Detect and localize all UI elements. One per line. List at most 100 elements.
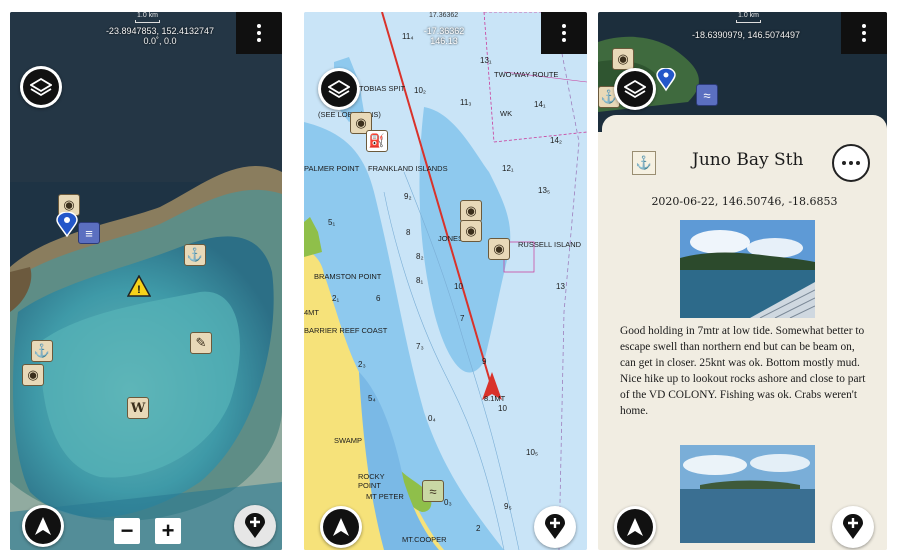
- menu-icon: [257, 24, 261, 28]
- depth-sounding: 13₅: [538, 186, 551, 195]
- layers-button[interactable]: [20, 66, 62, 108]
- anchorage-marker[interactable]: ⚓: [31, 340, 53, 362]
- add-location-button[interactable]: [534, 506, 576, 548]
- fishing-spot-marker[interactable]: ≡: [78, 222, 100, 244]
- fuel-marker[interactable]: ⛽: [366, 130, 388, 152]
- place-label: RUSSELL ISLAND: [518, 240, 582, 249]
- layers-button[interactable]: [614, 68, 656, 110]
- photo-image: [680, 445, 815, 543]
- coordinates-line: -17.36362: [423, 26, 465, 36]
- location-description: Good holding in 7mtr at low tide. Somewh…: [620, 325, 866, 417]
- wreck-icon: ◉: [617, 51, 629, 66]
- map-scale: 1.0 km: [736, 12, 762, 23]
- vessel-label: 8.1MT: [484, 394, 506, 403]
- menu-button[interactable]: [236, 12, 282, 54]
- scale-label: 1.0 km: [738, 12, 760, 19]
- scale-label: 17.36362: [429, 12, 459, 19]
- anchor-icon: ⚓: [33, 343, 51, 358]
- date-coordinates: 2020-06-22, 146.50746, -18.6853: [651, 195, 838, 208]
- depth-sounding: 8: [406, 228, 411, 237]
- layers-icon: [30, 77, 52, 97]
- location-detail-panel[interactable]: 1.0 km -18.6390979, 146.5074497 ◉ ⚓ ≈ ⚓ …: [598, 12, 887, 550]
- anchor-icon: ⚓: [186, 247, 204, 262]
- location-photo[interactable]: [680, 220, 815, 318]
- wreck-marker[interactable]: ◉: [22, 364, 44, 386]
- menu-button[interactable]: [841, 12, 887, 54]
- heading-line: 0.0˚, 0.0: [143, 36, 177, 46]
- location-pin-icon[interactable]: [656, 68, 676, 92]
- layers-button[interactable]: [318, 68, 360, 110]
- menu-icon: [862, 24, 866, 28]
- navigation-arrow-icon: [627, 518, 643, 536]
- location-pin-icon[interactable]: [56, 212, 78, 238]
- wreck-icon: ◉: [27, 367, 39, 382]
- anchorage-marker[interactable]: ⚓: [184, 244, 206, 266]
- warning-icon[interactable]: !: [127, 275, 151, 297]
- waypoint-w-icon: W: [130, 400, 146, 416]
- depth-sounding: 0₃: [444, 498, 452, 507]
- waypoint-w-marker[interactable]: W: [127, 397, 149, 419]
- navigation-button[interactable]: [22, 505, 64, 547]
- map-scale: 17.36362: [429, 12, 458, 19]
- map-scale: 1.0 km: [135, 12, 161, 23]
- navigation-button[interactable]: [614, 506, 656, 548]
- depth-sounding: 9₅: [504, 502, 512, 511]
- nautical-chart-panel[interactable]: 17.36362 -17.36362 146.13 TOBIAS SPIT (S…: [304, 12, 587, 550]
- depth-sounding: 2₃: [358, 360, 366, 369]
- place-label: SWAMP: [334, 436, 363, 445]
- wreck-marker[interactable]: ◉: [460, 200, 482, 222]
- place-label: 4MT: [304, 308, 319, 317]
- coordinates-readout: -17.36362 146.13: [344, 26, 544, 46]
- wreck-marker[interactable]: ◉: [488, 238, 510, 260]
- wreck-icon: ◉: [465, 203, 477, 218]
- fish-icon: ≡: [85, 225, 93, 241]
- depth-sounding: 0₄: [428, 414, 436, 423]
- add-location-button[interactable]: [832, 506, 874, 548]
- depth-sounding: 12₁: [502, 164, 514, 173]
- place-label: WK: [500, 109, 513, 118]
- depth-sounding: 7₃: [416, 342, 424, 351]
- wreck-marker[interactable]: ◉: [460, 220, 482, 242]
- anchor-icon: ⚓: [632, 151, 656, 175]
- wreck-marker[interactable]: ◉: [612, 48, 634, 70]
- place-label: ROCKY POINT: [358, 472, 385, 490]
- layers-icon: [624, 79, 646, 99]
- location-title: Juno Bay Sth: [692, 150, 804, 170]
- add-location-button[interactable]: [234, 505, 276, 547]
- note-marker[interactable]: ✎: [190, 332, 212, 354]
- menu-icon: [562, 24, 566, 28]
- depth-sounding: 5₄: [368, 394, 376, 403]
- depth-sounding: 2: [476, 524, 481, 533]
- note-icon: ✎: [195, 335, 207, 350]
- wreck-icon: ◉: [465, 223, 477, 238]
- depth-sounding: 9₂: [404, 192, 412, 201]
- coordinates-line: -23.8947853, 152.4132747: [105, 26, 215, 36]
- zoom-out-button[interactable]: −: [114, 518, 140, 544]
- more-icon: [842, 161, 846, 165]
- more-options-button[interactable]: [832, 144, 870, 182]
- depth-sounding: 8₂: [416, 252, 424, 261]
- fish-icon: ≈: [703, 87, 711, 103]
- depth-sounding: 11₃: [460, 98, 472, 107]
- navigation-arrow-icon: [35, 517, 51, 535]
- menu-button[interactable]: [541, 12, 587, 54]
- navigation-arrow-icon: [333, 518, 349, 536]
- place-label: TOBIAS SPIT: [359, 84, 406, 93]
- satellite-map-panel[interactable]: 1.0 km -23.8947853, 152.4132747 0.0˚, 0.…: [10, 12, 282, 550]
- place-label: BARRIER REEF COAST: [304, 326, 388, 335]
- coordinates-readout: -23.8947853, 152.4132747 0.0˚, 0.0: [60, 26, 260, 46]
- location-photo[interactable]: [680, 445, 815, 543]
- depth-sounding: 7: [460, 314, 465, 323]
- depth-sounding: 2₁: [332, 294, 340, 303]
- anchorage-marker[interactable]: ≈: [422, 480, 444, 502]
- fishing-spot-marker[interactable]: ≈: [696, 84, 718, 106]
- depth-sounding: 8₁: [416, 276, 424, 285]
- zoom-in-button[interactable]: +: [155, 518, 181, 544]
- place-label: TWO-WAY ROUTE: [494, 70, 559, 79]
- navigation-button[interactable]: [320, 506, 362, 548]
- depth-sounding: 14₂: [550, 136, 563, 145]
- depth-sounding: 11₄: [402, 32, 414, 41]
- depth-sounding: 10₅: [526, 448, 539, 457]
- scale-label: 1.0 km: [137, 12, 159, 19]
- depth-sounding: 14₁: [534, 100, 546, 109]
